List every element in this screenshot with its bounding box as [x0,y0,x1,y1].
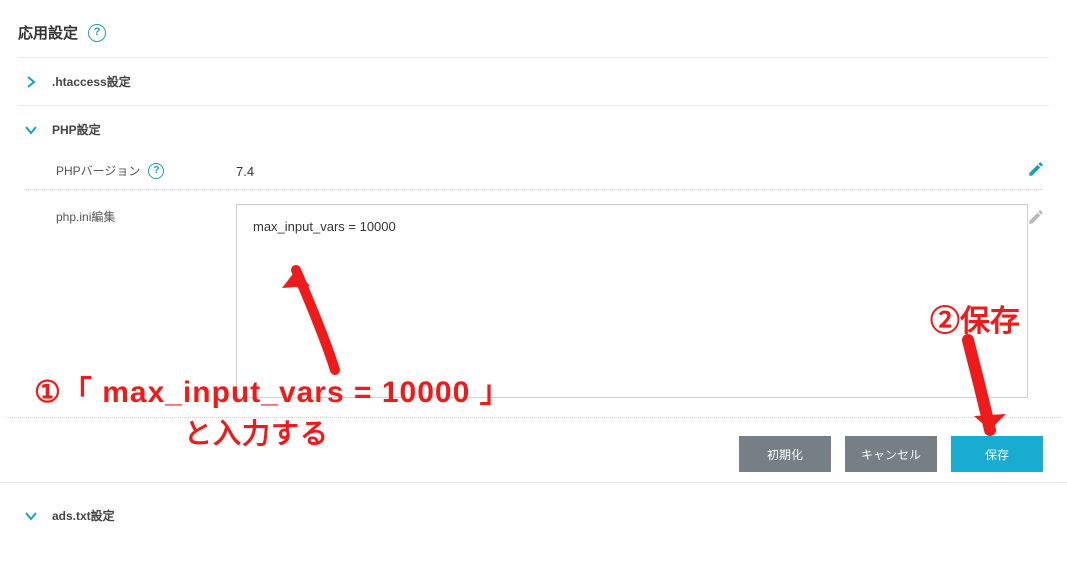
help-icon[interactable]: ? [148,163,164,179]
pencil-icon[interactable] [1025,158,1047,180]
chevron-down-icon [24,123,38,137]
reset-button[interactable]: 初期化 [739,436,831,472]
php-version-row: PHPバージョン ? 7.4 [24,144,1043,189]
chevron-down-icon [24,509,38,523]
php-ini-label: php.ini編集 [56,204,236,225]
php-ini-textarea[interactable] [236,204,1028,398]
chevron-right-icon [24,75,38,89]
cancel-button[interactable]: キャンセル [845,436,937,472]
help-icon[interactable]: ? [88,24,106,42]
php-version-value: 7.4 [236,158,1043,179]
section-title: 応用設定 ? [18,22,1049,57]
php-version-label: PHPバージョン ? [56,158,236,179]
accordion-php: PHP設定 PHPバージョン ? 7.4 php.ini編集 [18,105,1049,482]
pencil-icon[interactable] [1025,206,1047,228]
accordion-htaccess-label: .htaccess設定 [52,73,131,90]
accordion-ads: ads.txt設定 [18,483,1049,539]
accordion-php-label: PHP設定 [52,121,101,138]
button-row: 初期化 キャンセル 保存 [6,417,1061,482]
section-title-text: 応用設定 [18,22,78,43]
accordion-htaccess-head[interactable]: .htaccess設定 [24,73,1043,90]
php-ini-value-wrap [236,204,1043,401]
php-panel: PHPバージョン ? 7.4 php.ini編集 [24,138,1043,482]
accordion-php-head[interactable]: PHP設定 [24,121,1043,138]
accordion-ads-head[interactable]: ads.txt設定 [24,507,1043,524]
save-button[interactable]: 保存 [951,436,1043,472]
accordion-ads-label: ads.txt設定 [52,507,115,524]
php-ini-row: php.ini編集 [24,189,1043,411]
accordion-htaccess: .htaccess設定 [18,57,1049,105]
